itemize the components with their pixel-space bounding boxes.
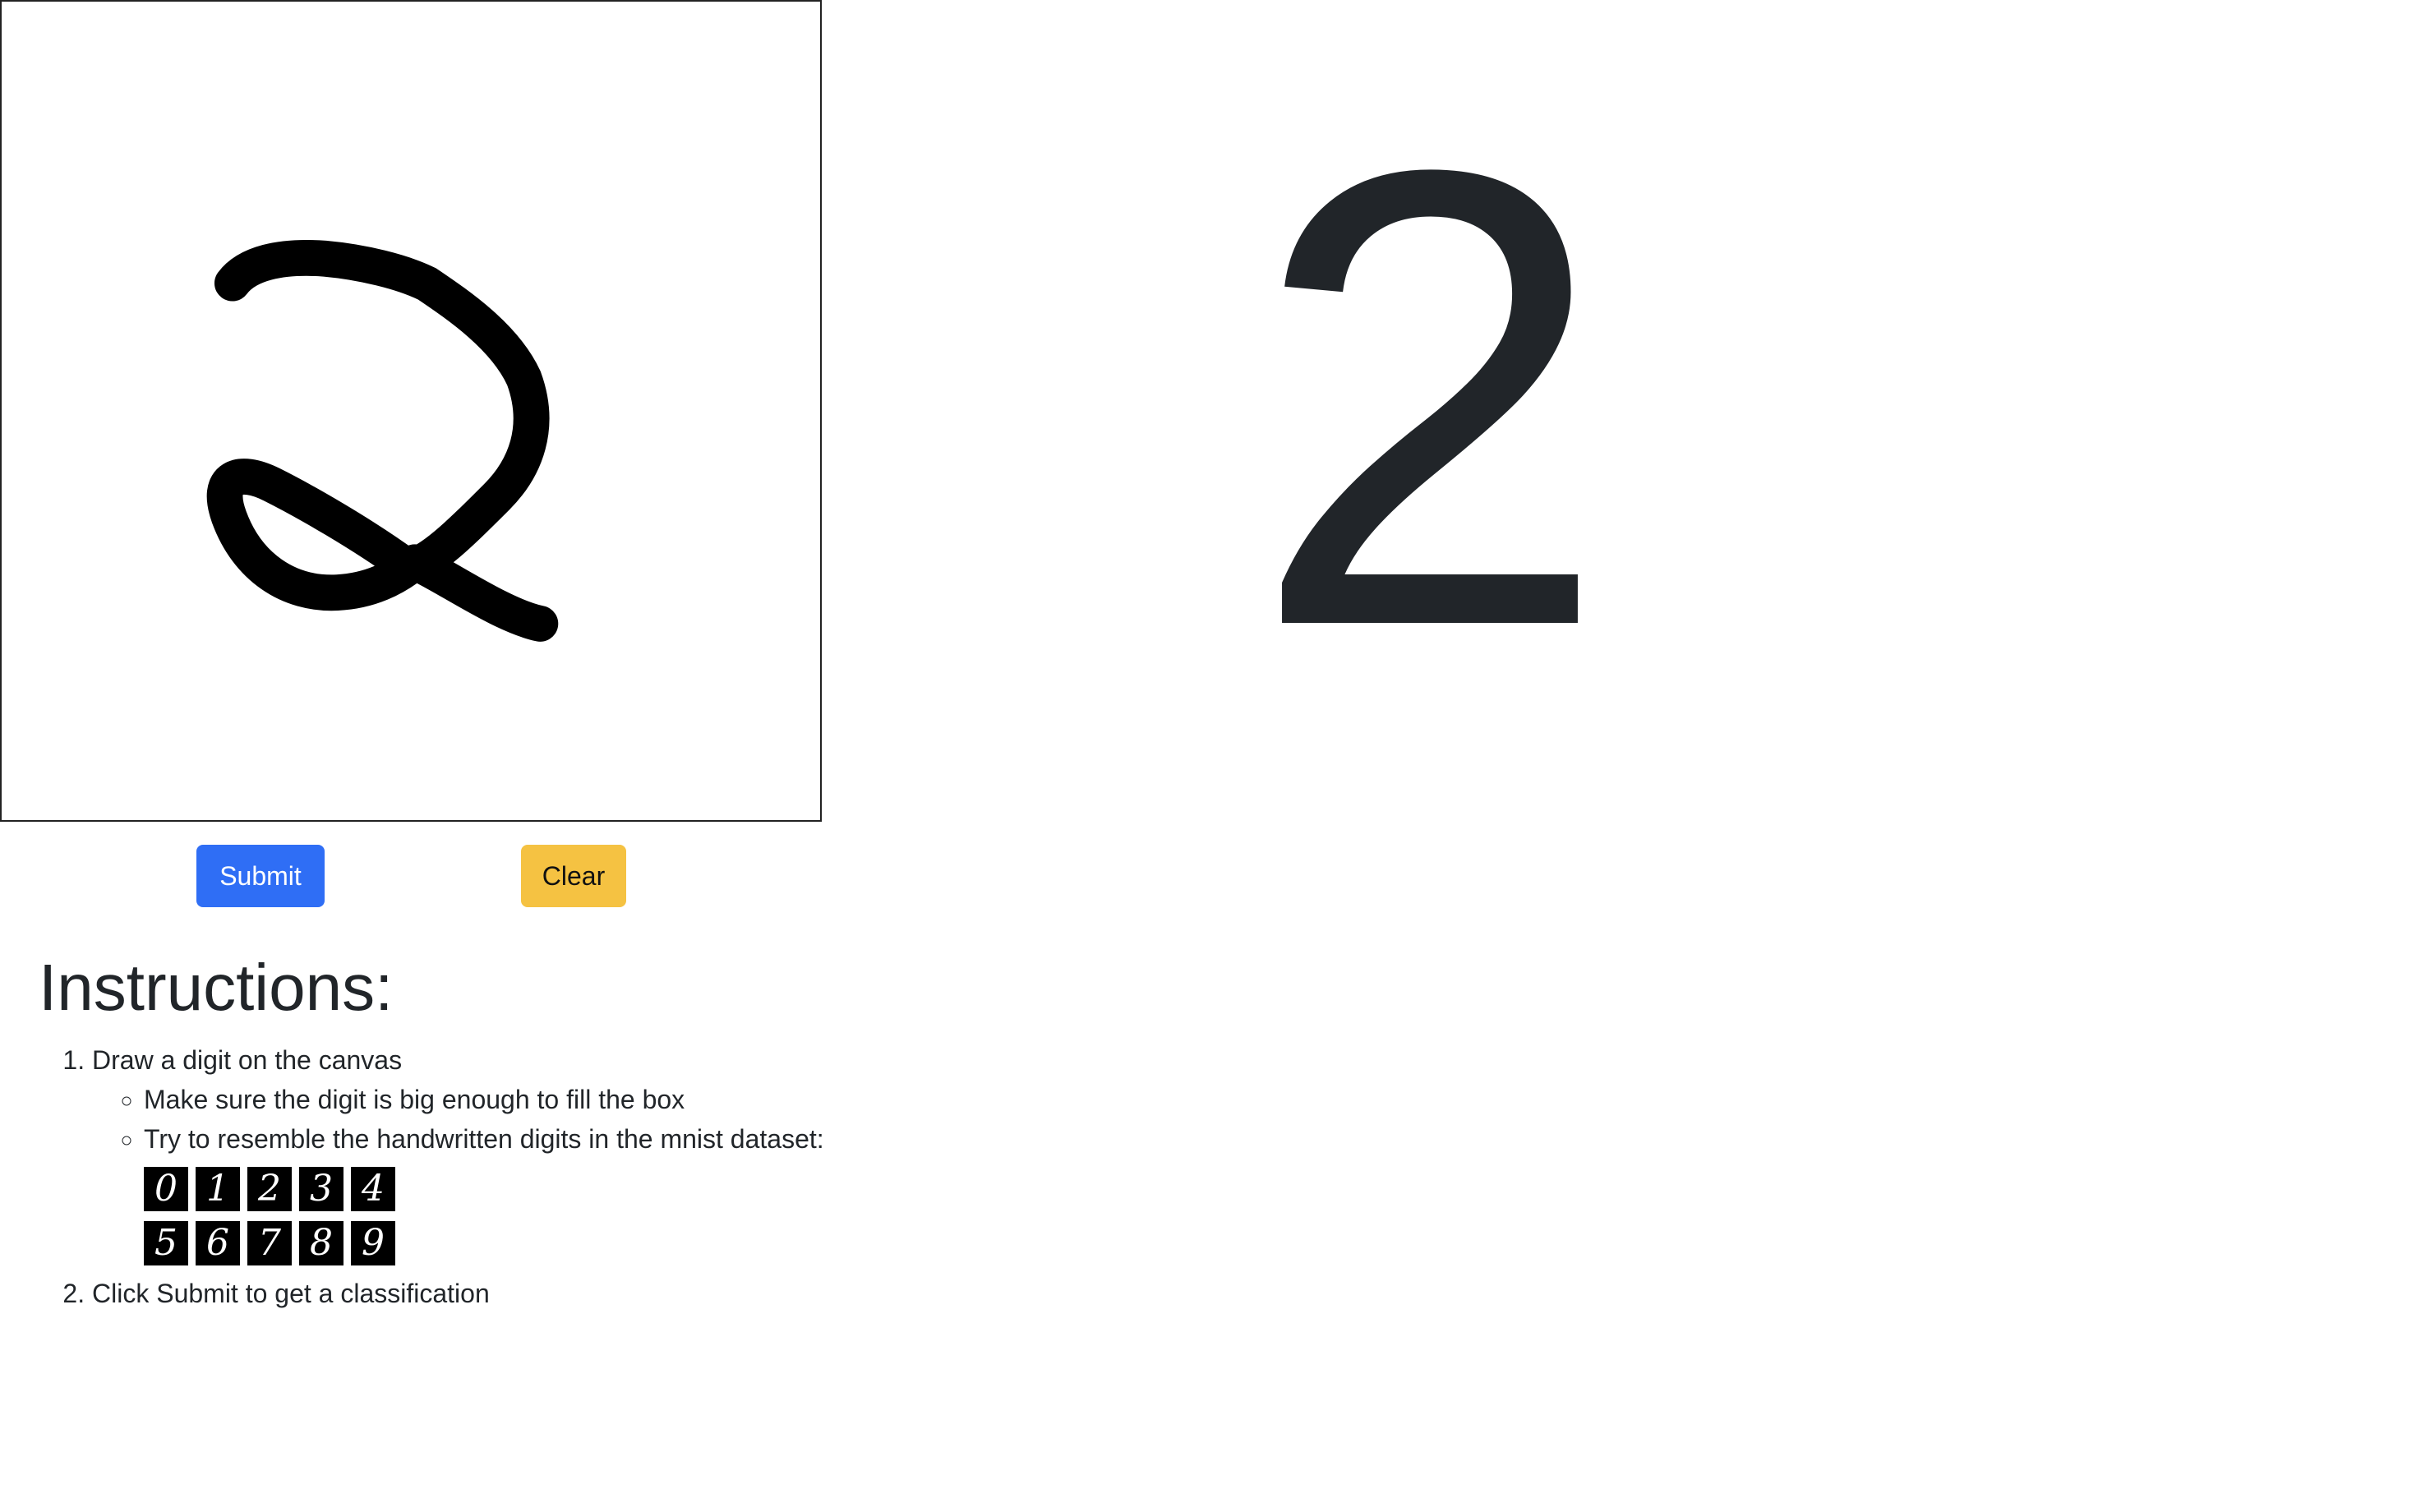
drawn-digit-stroke [206, 240, 559, 642]
instruction-subitem-text: Try to resemble the handwritten digits i… [144, 1124, 824, 1154]
clear-button[interactable]: Clear [521, 845, 626, 907]
instruction-subitem: Try to resemble the handwritten digits i… [144, 1119, 943, 1265]
mnist-digit-tile: 3 [299, 1167, 343, 1211]
mnist-digit-tile: 6 [196, 1221, 240, 1265]
instruction-step-text: Draw a digit on the canvas [92, 1045, 403, 1075]
mnist-digit-tile: 2 [247, 1167, 292, 1211]
mnist-examples-image: 0 1 2 3 4 5 6 7 8 9 [144, 1167, 943, 1265]
app-page: Submit Clear 2 Instructions: Draw a digi… [0, 0, 2416, 1512]
prediction-result: 2 [1249, 36, 1611, 761]
mnist-digit-tile: 9 [351, 1221, 395, 1265]
drawing-canvas[interactable] [0, 0, 822, 822]
mnist-digit-tile: 7 [247, 1221, 292, 1265]
instructions-list: Draw a digit on the canvas Make sure the… [39, 1040, 943, 1313]
instruction-step: Draw a digit on the canvas Make sure the… [92, 1040, 943, 1265]
mnist-digit-tile: 8 [299, 1221, 343, 1265]
mnist-digit-tile: 1 [196, 1167, 240, 1211]
instruction-step-text: Click Submit to get a classification [92, 1279, 490, 1308]
instruction-step: Click Submit to get a classification [92, 1274, 943, 1313]
instruction-sublist: Make sure the digit is big enough to fil… [92, 1080, 943, 1265]
instructions-heading: Instructions: [39, 951, 394, 1024]
mnist-digit-tile: 5 [144, 1221, 188, 1265]
mnist-digit-tile: 0 [144, 1167, 188, 1211]
instructions-section: Instructions: Draw a digit on the canvas… [39, 945, 943, 1313]
instruction-subitem: Make sure the digit is big enough to fil… [144, 1080, 943, 1119]
mnist-digit-tile: 4 [351, 1167, 395, 1211]
submit-button[interactable]: Submit [196, 845, 325, 907]
